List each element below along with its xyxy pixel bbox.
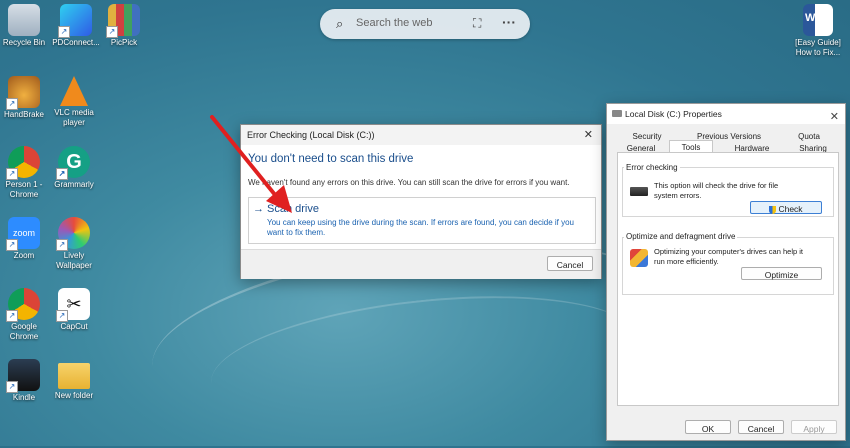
- desktop-icon-vlc[interactable]: VLC media player: [48, 76, 100, 128]
- cancel-button[interactable]: Cancel: [547, 256, 593, 271]
- desktop-icon-label: PicPick: [110, 38, 138, 47]
- shortcut-arrow-icon: ↗: [56, 239, 68, 251]
- desktop-icon-label: HandBrake: [3, 110, 45, 119]
- desktop-icon-label: Lively Wallpaper: [56, 251, 92, 270]
- shortcut-arrow-icon: ↗: [106, 26, 118, 38]
- desktop-icon-zoom[interactable]: zoom ↗ Zoom: [0, 217, 50, 261]
- search-icon: ⌕: [336, 16, 344, 31]
- drive-properties-dialog: Local Disk (C:) Properties ✕ Security Pr…: [606, 103, 846, 441]
- capcut-icon: ✂ ↗: [56, 288, 90, 322]
- tab-security[interactable]: Security: [625, 132, 669, 141]
- close-icon[interactable]: ✕: [830, 107, 839, 127]
- ok-button[interactable]: OK: [685, 420, 731, 434]
- desktop-icon-label: PDConnect...: [52, 38, 100, 47]
- close-icon[interactable]: ✕: [584, 128, 593, 141]
- shortcut-arrow-icon: ↗: [6, 98, 18, 110]
- desktop-icon-grammarly[interactable]: G ↗ Grammarly: [48, 146, 100, 190]
- desktop-icon-label: Recycle Bin: [2, 38, 46, 47]
- defragment-icon: [630, 249, 648, 267]
- visual-search-icon[interactable]: ⛶: [473, 16, 481, 31]
- shortcut-arrow-icon: ↗: [6, 381, 18, 393]
- desktop-icon-label: Grammarly: [54, 180, 94, 189]
- shortcut-arrow-icon: ↗: [58, 26, 70, 38]
- shortcut-arrow-icon: ↗: [56, 310, 68, 322]
- tab-quota[interactable]: Quota: [787, 132, 831, 141]
- desktop-icon-new-folder[interactable]: New folder: [48, 359, 100, 401]
- desktop-icon-lively-wallpaper[interactable]: ↗ Lively Wallpaper: [48, 217, 100, 271]
- kindle-icon: ↗: [6, 359, 40, 393]
- check-button[interactable]: Check: [750, 201, 822, 214]
- desktop-icon-capcut[interactable]: ✂ ↗ CapCut: [48, 288, 100, 332]
- desktop-icon-label: Google Chrome: [9, 322, 39, 341]
- desktop-icon-label: Person 1 - Chrome: [5, 180, 43, 199]
- web-search-bar[interactable]: ⌕ Search the web ⛶ ···: [320, 9, 530, 39]
- desktop-icon-person1-chrome[interactable]: ↗ Person 1 - Chrome: [0, 146, 50, 200]
- error-checking-label: Error checking: [624, 163, 680, 172]
- desktop-icon-recycle-bin[interactable]: Recycle Bin: [0, 4, 50, 48]
- error-checking-text: This option will check the drive for fil…: [654, 181, 779, 200]
- desktop-icon-label: CapCut: [60, 322, 88, 331]
- grammarly-icon: G ↗: [56, 146, 90, 180]
- zoom-icon: zoom ↗: [6, 217, 40, 251]
- optimize-button[interactable]: Optimize: [741, 267, 822, 280]
- folder-icon: [58, 363, 90, 389]
- drive-icon: [612, 110, 622, 117]
- hard-drive-icon: [630, 187, 648, 196]
- desktop-icon-picpick[interactable]: ↗ PicPick: [98, 4, 150, 48]
- shortcut-arrow-icon: ↗: [6, 239, 18, 251]
- check-button-label: Check: [778, 204, 803, 214]
- pdconnect-icon: ↗: [58, 4, 92, 38]
- desktop-icon-word-document[interactable]: W [Easy Guide] How to Fix...: [790, 4, 846, 58]
- desktop-icon-label: Kindle: [12, 393, 36, 402]
- search-placeholder: Search the web: [356, 17, 433, 29]
- chrome-profile-icon: ↗: [6, 146, 40, 180]
- chrome-icon: ↗: [6, 288, 40, 322]
- desktop-icon-google-chrome[interactable]: ↗ Google Chrome: [0, 288, 50, 342]
- shield-icon: [769, 205, 777, 214]
- shortcut-arrow-icon: ↗: [56, 168, 68, 180]
- dialog-title: Local Disk (C:) Properties: [625, 109, 722, 119]
- optimize-text: Optimizing your computer's drives can he…: [654, 247, 803, 266]
- cancel-button[interactable]: Cancel: [738, 420, 784, 434]
- desktop-icon-label: New folder: [54, 391, 94, 400]
- desktop-icon-label: [Easy Guide] How to Fix...: [795, 38, 841, 57]
- word-document-icon: W: [803, 4, 833, 36]
- shortcut-arrow-icon: ↗: [6, 310, 18, 322]
- scan-drive-button[interactable]: → Scan drive You can keep using the driv…: [248, 197, 596, 244]
- vlc-icon: [60, 76, 88, 106]
- handbrake-icon: ↗: [6, 76, 40, 110]
- apply-button[interactable]: Apply: [791, 420, 837, 434]
- desktop-icon-label: VLC media player: [54, 108, 94, 127]
- dialog-title-bar: Local Disk (C:) Properties ✕: [607, 104, 845, 124]
- lively-wallpaper-icon: ↗: [56, 217, 90, 251]
- desktop-icon-pdconnect[interactable]: ↗ PDConnect...: [50, 4, 102, 48]
- shortcut-arrow-icon: ↗: [6, 168, 18, 180]
- desktop-icon-kindle[interactable]: ↗ Kindle: [0, 359, 50, 403]
- desktop-icon-label: Zoom: [13, 251, 35, 260]
- scan-drive-subtitle: You can keep using the drive during the …: [267, 218, 575, 237]
- more-options-icon[interactable]: ···: [502, 14, 516, 30]
- annotation-arrow-icon: [210, 115, 292, 213]
- recycle-bin-icon: [8, 4, 40, 36]
- optimize-label: Optimize and defragment drive: [624, 232, 738, 241]
- desktop-icon-handbrake[interactable]: ↗ HandBrake: [0, 76, 50, 120]
- picpick-icon: ↗: [106, 4, 140, 38]
